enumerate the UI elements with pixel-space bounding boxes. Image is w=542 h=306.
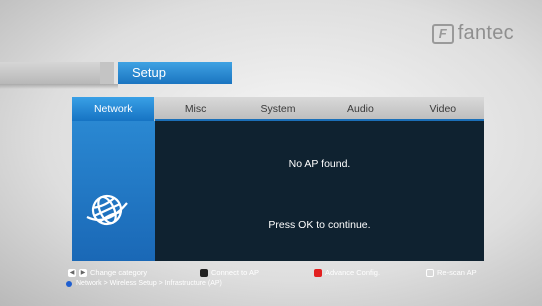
header-decoration-shadow bbox=[0, 84, 118, 89]
hint-label: Re-scan AP bbox=[437, 268, 477, 277]
tab-video[interactable]: Video bbox=[402, 97, 484, 121]
hint-change-category: ◀ ▶ Change category bbox=[68, 268, 147, 277]
category-tabs: Network Misc System Audio Video bbox=[72, 97, 484, 121]
category-icon-panel bbox=[72, 121, 155, 261]
tab-misc[interactable]: Misc bbox=[154, 97, 236, 121]
header-decoration bbox=[0, 62, 112, 84]
black-key-icon bbox=[200, 268, 208, 277]
left-arrow-key-icon: ◀ bbox=[68, 268, 76, 277]
tab-system[interactable]: System bbox=[237, 97, 319, 121]
breadcrumb: Network > Wireless Setup > Infrastructur… bbox=[66, 280, 222, 287]
status-message: No AP found. bbox=[288, 158, 351, 170]
brand-name: fantec bbox=[457, 22, 514, 44]
hint-label: Advance Config. bbox=[325, 268, 381, 277]
rescan-key-icon bbox=[426, 268, 434, 277]
hint-label: Connect to AP bbox=[211, 268, 259, 277]
right-arrow-key-icon: ▶ bbox=[79, 268, 87, 277]
breadcrumb-text: Network > Wireless Setup > Infrastructur… bbox=[76, 280, 222, 287]
blue-dot-icon bbox=[66, 280, 72, 287]
brand-logo: F fantec bbox=[431, 22, 514, 45]
hint-label: Change category bbox=[90, 268, 148, 277]
fantec-logo-icon: F bbox=[431, 23, 454, 44]
red-key-icon bbox=[314, 268, 322, 277]
hint-rescan: Re-scan AP bbox=[426, 268, 477, 277]
page-title: Setup bbox=[118, 62, 232, 84]
globe-network-icon bbox=[86, 194, 128, 226]
footer-hints: ◀ ▶ Change category Connect to AP Advanc… bbox=[64, 266, 504, 294]
continue-prompt: Press OK to continue. bbox=[268, 219, 371, 231]
tab-network[interactable]: Network bbox=[72, 97, 155, 121]
header-decoration-notch bbox=[100, 62, 114, 84]
content-panel: No AP found. Press OK to continue. bbox=[155, 121, 484, 261]
tab-audio[interactable]: Audio bbox=[319, 97, 401, 121]
hint-connect-ap: Connect to AP bbox=[200, 268, 259, 277]
hint-advance-config: Advance Config. bbox=[314, 268, 380, 277]
